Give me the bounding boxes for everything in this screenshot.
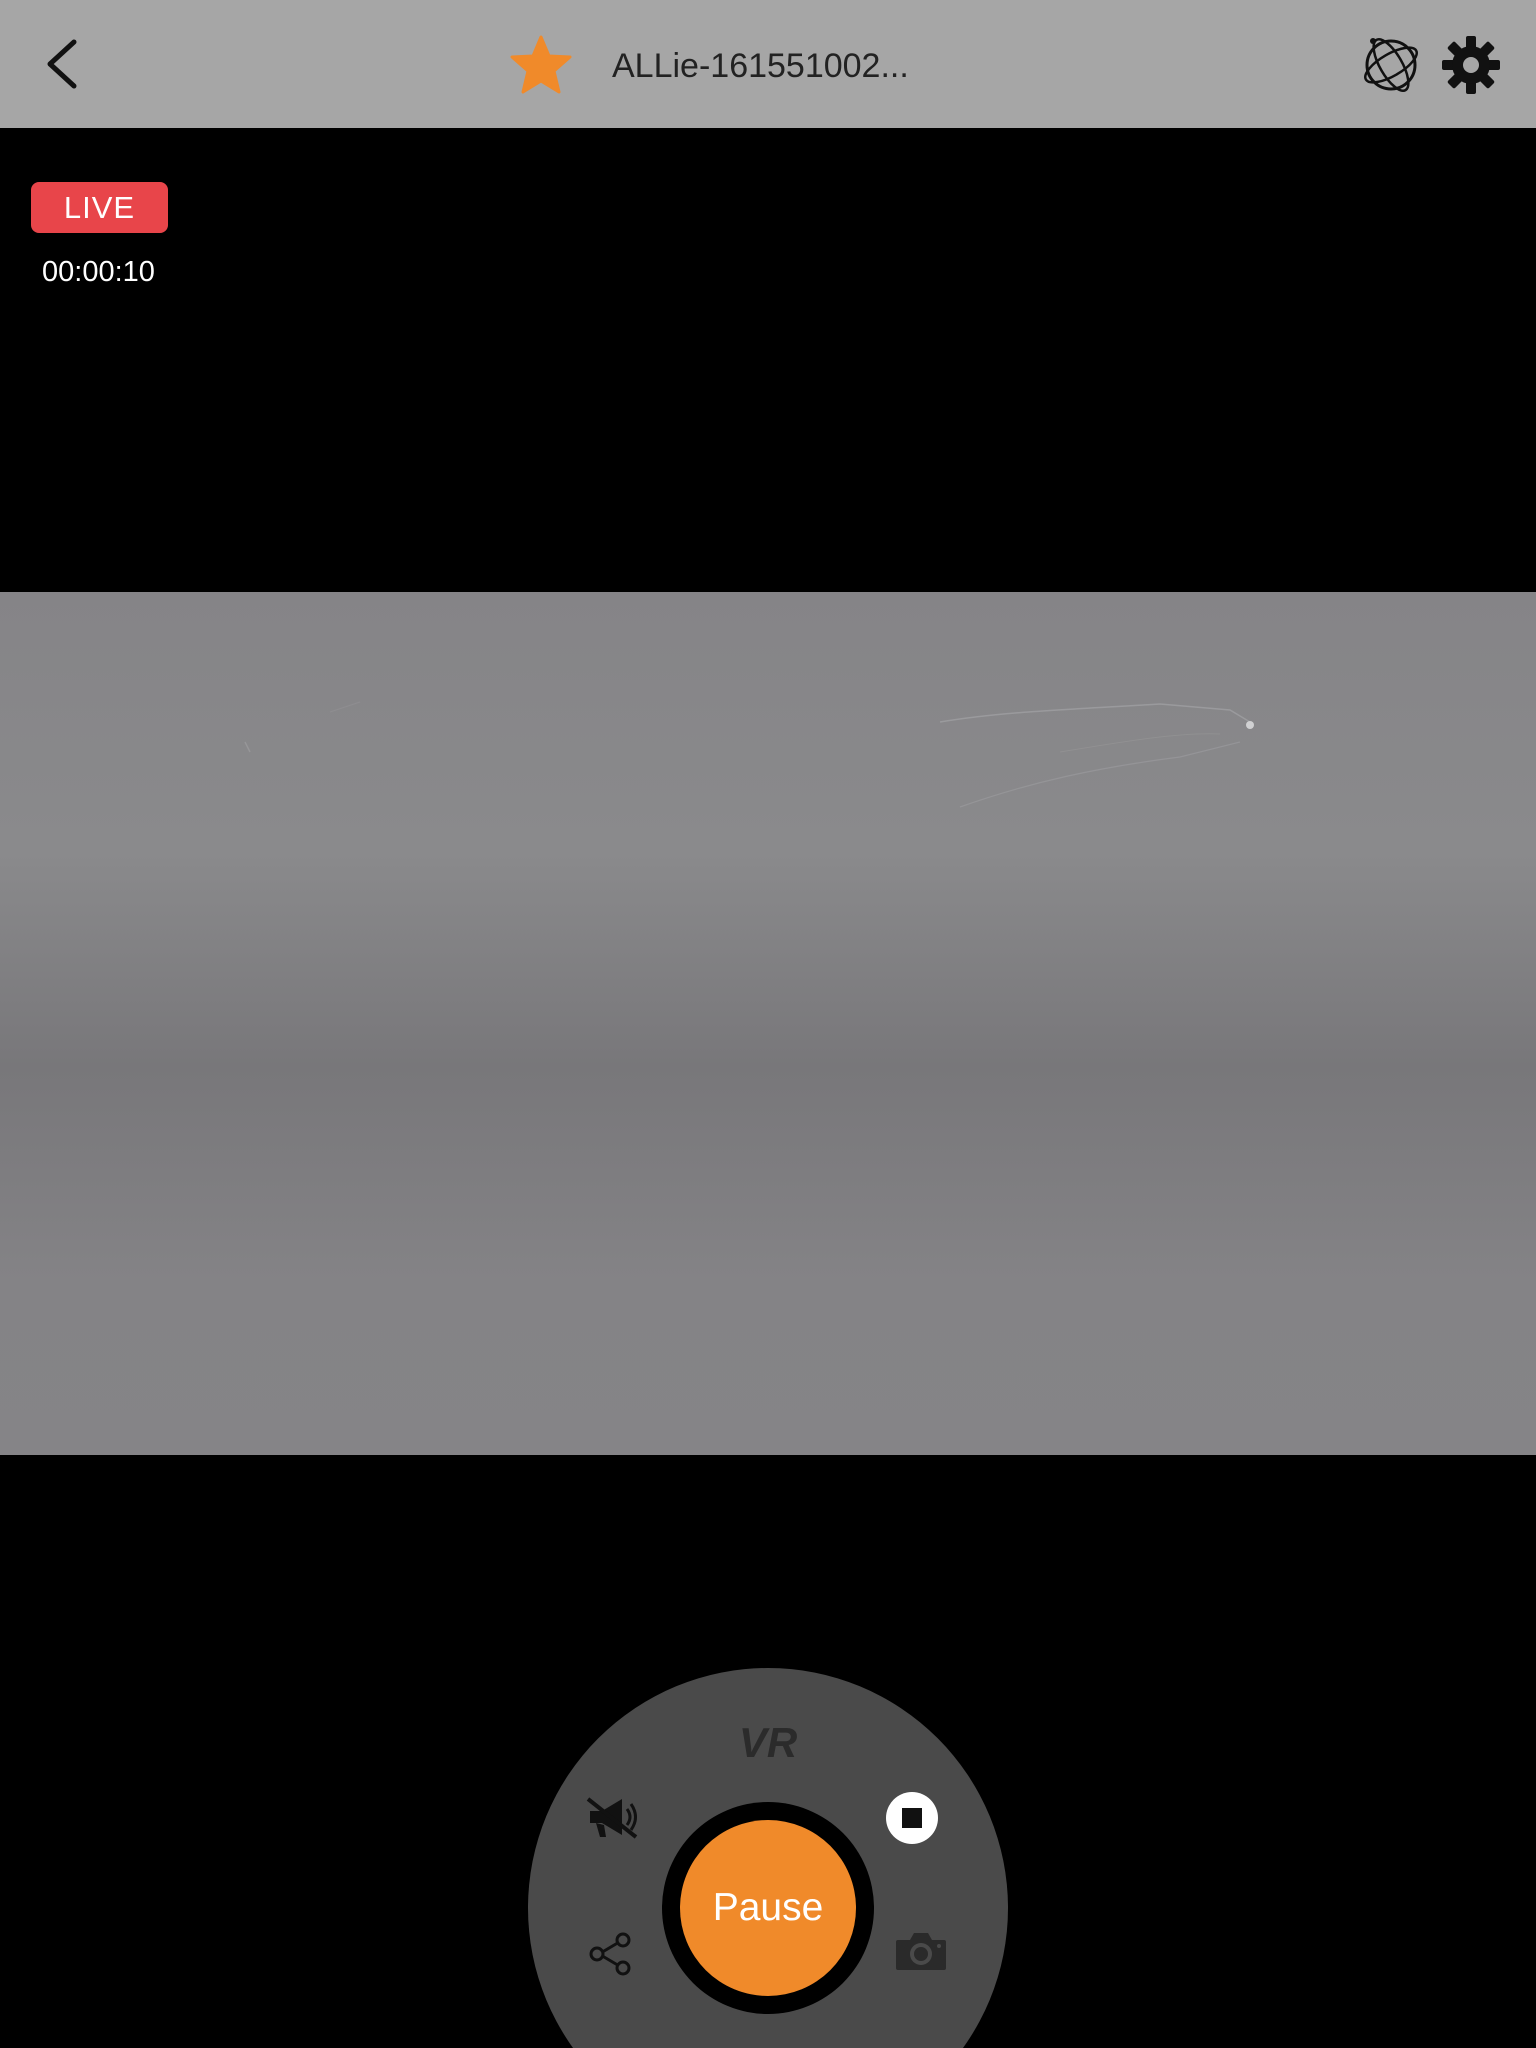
favorite-button[interactable] bbox=[508, 32, 574, 98]
mute-button[interactable] bbox=[580, 1790, 644, 1844]
star-icon bbox=[510, 35, 572, 94]
chevron-left-icon bbox=[47, 39, 77, 89]
vr-mode-button[interactable]: VR bbox=[716, 1718, 820, 1768]
stop-recording-button[interactable] bbox=[886, 1792, 938, 1844]
orbit-view-button[interactable] bbox=[1356, 30, 1426, 100]
share-icon bbox=[589, 1932, 631, 1976]
live-badge: LIVE bbox=[31, 182, 168, 233]
top-bar: ALLie-161551002... bbox=[0, 0, 1536, 128]
video-texture bbox=[244, 701, 1254, 808]
gear-icon bbox=[1442, 36, 1500, 94]
snapshot-button[interactable] bbox=[892, 1926, 950, 1976]
megaphone-muted-icon bbox=[586, 1797, 638, 1839]
share-button[interactable] bbox=[584, 1928, 636, 1980]
live-stream-screen: ALLie-161551002... LIVE 00:00:10 VR Paus… bbox=[0, 0, 1536, 2048]
video-frame[interactable] bbox=[0, 592, 1536, 1455]
device-title: ALLie-161551002... bbox=[612, 47, 909, 85]
stop-icon bbox=[902, 1808, 922, 1828]
camera-icon bbox=[896, 1933, 946, 1970]
orbit-icon bbox=[1364, 38, 1418, 92]
pause-button[interactable]: Pause bbox=[680, 1820, 856, 1996]
live-timer: 00:00:10 bbox=[42, 256, 155, 288]
settings-button[interactable] bbox=[1436, 30, 1506, 100]
back-button[interactable] bbox=[28, 30, 96, 98]
